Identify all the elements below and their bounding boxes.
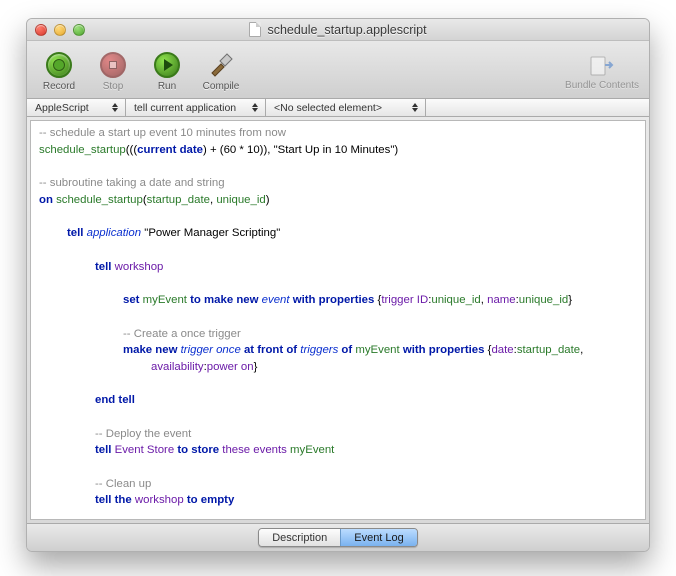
code-line: set myEvent to make new event with prope… bbox=[39, 292, 637, 309]
code-line: tell the workshop to empty bbox=[39, 492, 637, 509]
titlebar: schedule_startup.applescript bbox=[27, 19, 649, 41]
code-line bbox=[39, 375, 637, 392]
stop-label: Stop bbox=[103, 81, 124, 92]
code-line: end tell bbox=[39, 392, 637, 409]
code-line bbox=[39, 309, 637, 326]
minimize-icon[interactable] bbox=[54, 24, 66, 36]
target-selector[interactable]: tell current application bbox=[126, 99, 266, 116]
compile-label: Compile bbox=[203, 81, 240, 92]
run-label: Run bbox=[158, 81, 176, 92]
bottom-bar: Description Event Log bbox=[27, 523, 649, 551]
record-label: Record bbox=[43, 81, 75, 92]
code-line: -- schedule a start up event 10 minutes … bbox=[39, 125, 637, 142]
window-title: schedule_startup.applescript bbox=[27, 22, 649, 37]
code-line: tell Event Store to store these events m… bbox=[39, 442, 637, 459]
chevron-updown-icon bbox=[412, 102, 421, 114]
code-line: tell application "Power Manager Scriptin… bbox=[39, 225, 637, 242]
code-line: -- Create a once trigger bbox=[39, 326, 637, 343]
code-line: -- Clean up bbox=[39, 476, 637, 493]
run-button[interactable]: Run bbox=[145, 50, 189, 92]
traffic-lights bbox=[35, 24, 85, 36]
bundle-label: Bundle Contents bbox=[565, 80, 639, 91]
code-editor[interactable]: -- schedule a start up event 10 minutes … bbox=[30, 120, 646, 520]
code-line bbox=[39, 208, 637, 225]
window-title-text: schedule_startup.applescript bbox=[267, 23, 426, 37]
code-line: schedule_startup(((current date) + (60 *… bbox=[39, 142, 637, 159]
code-line bbox=[39, 409, 637, 426]
language-selector[interactable]: AppleScript bbox=[27, 99, 126, 116]
stop-icon bbox=[100, 52, 126, 78]
bundle-icon bbox=[588, 51, 616, 79]
tab-description[interactable]: Description bbox=[259, 529, 340, 546]
close-icon[interactable] bbox=[35, 24, 47, 36]
run-icon bbox=[154, 52, 180, 78]
chevron-updown-icon bbox=[252, 102, 261, 114]
bundle-contents-button[interactable]: Bundle Contents bbox=[565, 51, 639, 91]
toolbar-left-group: Record Stop Run Compile bbox=[37, 50, 243, 92]
stop-button[interactable]: Stop bbox=[91, 50, 135, 92]
code-line: on schedule_startup(startup_date, unique… bbox=[39, 192, 637, 209]
record-button[interactable]: Record bbox=[37, 50, 81, 92]
compile-button[interactable]: Compile bbox=[199, 50, 243, 92]
code-line: make new trigger once at front of trigge… bbox=[39, 342, 637, 359]
code-line: tell workshop bbox=[39, 259, 637, 276]
script-editor-window: schedule_startup.applescript Record Stop… bbox=[26, 18, 650, 552]
zoom-icon[interactable] bbox=[73, 24, 85, 36]
code-line bbox=[39, 275, 637, 292]
code-line: -- subroutine taking a date and string bbox=[39, 175, 637, 192]
code-line bbox=[39, 242, 637, 259]
record-icon bbox=[46, 52, 72, 78]
toolbar: Record Stop Run Compile Bundle Contents bbox=[27, 41, 649, 99]
code-line bbox=[39, 158, 637, 175]
element-value: <No selected element> bbox=[274, 102, 382, 114]
code-line: availability:power on} bbox=[39, 359, 637, 376]
hammer-icon bbox=[206, 50, 236, 80]
view-segmented-control: Description Event Log bbox=[258, 528, 418, 547]
navigation-bar: AppleScript tell current application <No… bbox=[27, 99, 649, 117]
target-value: tell current application bbox=[134, 102, 236, 114]
document-icon bbox=[249, 22, 261, 37]
code-line: -- Deploy the event bbox=[39, 426, 637, 443]
element-selector[interactable]: <No selected element> bbox=[266, 99, 426, 116]
language-value: AppleScript bbox=[35, 102, 89, 114]
code-line bbox=[39, 509, 637, 520]
chevron-updown-icon bbox=[112, 102, 121, 114]
code-line bbox=[39, 459, 637, 476]
tab-event-log[interactable]: Event Log bbox=[340, 529, 417, 546]
